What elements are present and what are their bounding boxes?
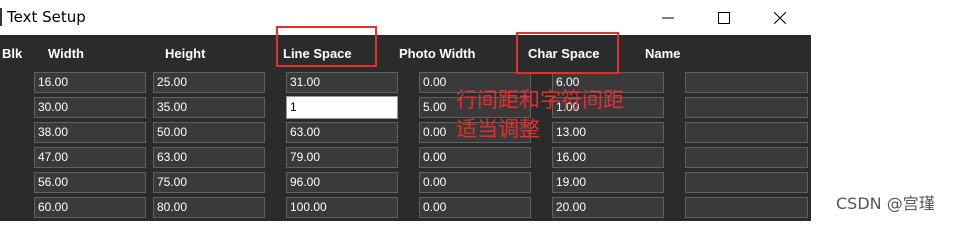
maximize-icon [718,11,730,24]
name-field[interactable] [685,72,808,93]
line-space-field[interactable]: 63.00 [286,122,398,143]
title-edge-mark [0,8,2,26]
width-field[interactable]: 47.00 [34,147,146,168]
line-space-field-active[interactable]: 1 [286,96,398,119]
width-field[interactable]: 56.00 [34,172,146,193]
minimize-button[interactable] [640,0,696,35]
text-setup-window: Text Setup Blk Width Height Line Space P… [0,0,811,221]
name-field[interactable] [685,122,808,143]
width-field[interactable]: 30.00 [34,97,146,118]
window-title: Text Setup [7,8,86,26]
watermark: CSDN @宫瑾 [836,194,935,213]
line-space-highlight-box [276,26,377,67]
annotation-line-2: 适当调整 [456,117,540,141]
width-field[interactable]: 38.00 [34,122,146,143]
photo-width-field[interactable]: 0.00 [419,197,531,218]
width-field[interactable]: 60.00 [34,197,146,218]
annotation-line-1: 行间距和字符间距 [456,88,624,112]
line-space-field[interactable]: 100.00 [286,197,398,218]
char-space-field[interactable]: 16.00 [552,147,664,168]
name-field[interactable] [685,147,808,168]
line-space-field[interactable]: 79.00 [286,147,398,168]
name-field[interactable] [685,197,808,218]
width-field[interactable]: 16.00 [34,72,146,93]
header-blk: Blk [2,46,23,61]
minimize-icon [662,17,674,18]
name-field[interactable] [685,97,808,118]
column-header-row: Blk Width Height Line Space Photo Width … [0,37,811,69]
char-space-field[interactable]: 19.00 [552,172,664,193]
line-space-field[interactable]: 96.00 [286,172,398,193]
height-field[interactable]: 25.00 [153,72,265,93]
header-photo-width: Photo Width [399,46,476,61]
height-field[interactable]: 80.00 [153,197,265,218]
char-space-highlight-box [516,32,619,74]
char-space-field[interactable]: 20.00 [552,197,664,218]
height-field[interactable]: 35.00 [153,97,265,118]
header-width: Width [48,46,84,61]
maximize-button[interactable] [696,0,752,35]
header-name: Name [645,46,681,61]
annotation-text: 行间距和字符间距 适当调整 [456,86,624,144]
height-field[interactable]: 63.00 [153,147,265,168]
photo-width-field[interactable]: 0.00 [419,147,531,168]
photo-width-field[interactable]: 0.00 [419,172,531,193]
title-bar: Text Setup [0,0,811,35]
height-field[interactable]: 75.00 [153,172,265,193]
height-field[interactable]: 50.00 [153,122,265,143]
close-button[interactable] [752,0,808,35]
close-icon [774,11,786,24]
line-space-field[interactable]: 31.00 [286,72,398,93]
header-height: Height [165,46,206,61]
name-field[interactable] [685,172,808,193]
